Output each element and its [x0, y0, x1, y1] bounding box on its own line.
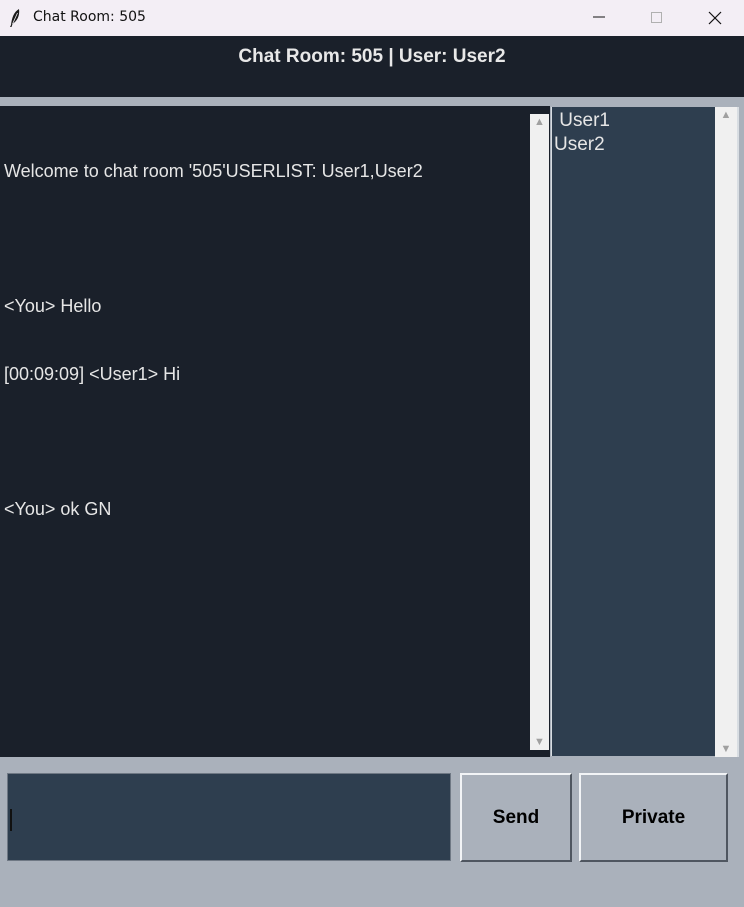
chat-messages: Welcome to chat room '505'USERLIST: User…: [4, 115, 524, 565]
message-input[interactable]: [7, 773, 451, 861]
chat-line: ​: [4, 430, 524, 453]
send-button[interactable]: Send: [460, 773, 572, 862]
window-title: Chat Room: 505: [33, 9, 146, 25]
scroll-down-icon[interactable]: ▼: [530, 734, 549, 750]
user-list-item[interactable]: User1: [554, 109, 610, 133]
divider: [0, 97, 744, 106]
feather-icon: [8, 8, 22, 28]
chat-line: ​: [4, 228, 524, 251]
scroll-up-icon[interactable]: ▲: [715, 107, 737, 123]
chat-log: Welcome to chat room '505'USERLIST: User…: [0, 106, 550, 757]
user-list-item[interactable]: User2: [554, 133, 610, 157]
window-titlebar: Chat Room: 505: [0, 0, 744, 36]
chat-line: <You> Hello: [4, 296, 102, 316]
scroll-down-icon[interactable]: ▼: [715, 741, 737, 757]
user-list: User1 User2: [551, 107, 715, 756]
close-button[interactable]: [686, 0, 744, 36]
private-button[interactable]: Private: [579, 773, 728, 862]
text-cursor: [10, 809, 12, 831]
scroll-up-icon[interactable]: ▲: [530, 114, 549, 130]
chat-scrollbar[interactable]: ▲ ▼: [530, 114, 549, 750]
user-list-scrollbar[interactable]: ▲ ▼: [715, 107, 737, 757]
chat-line: <You> ok GN: [4, 498, 112, 519]
divider: [737, 107, 739, 757]
minimize-button[interactable]: [570, 0, 628, 36]
room-header: Chat Room: 505 | User: User2: [0, 36, 744, 97]
close-icon: [708, 11, 722, 25]
room-header-title: Chat Room: 505 | User: User2: [238, 46, 506, 67]
maximize-button[interactable]: [628, 0, 686, 36]
chat-line: Welcome to chat room '505'USERLIST: User…: [4, 161, 423, 181]
chat-line: [00:09:09] <User1> Hi: [4, 363, 181, 384]
